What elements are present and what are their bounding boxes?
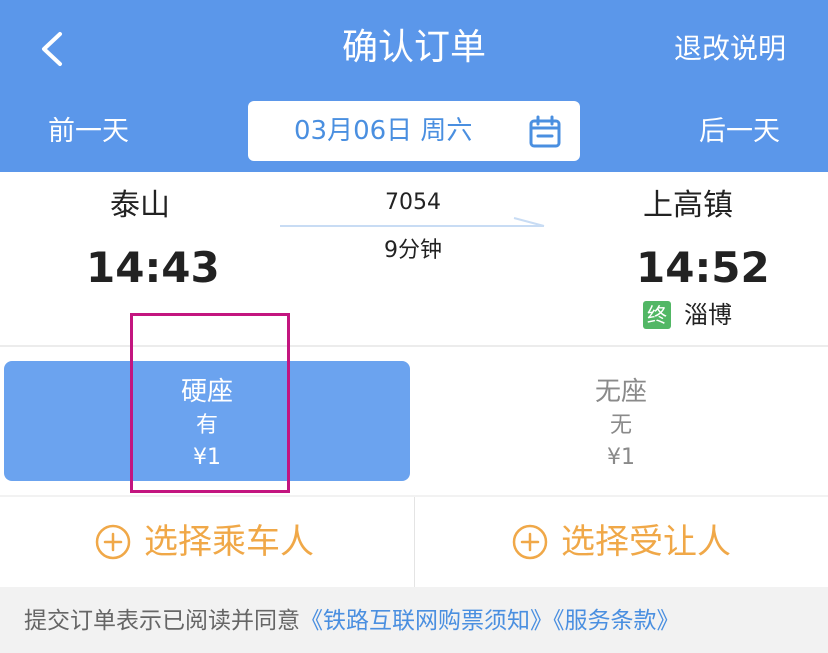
seat-price: ¥1 xyxy=(193,445,221,470)
agreement-notice: 提交订单表示已阅读并同意 xyxy=(24,608,300,634)
agreement-footer: 提交订单表示已阅读并同意《铁路互联网购票须知》《服务条款》 xyxy=(0,590,828,653)
seat-availability: 无 xyxy=(609,413,632,438)
agreement-text: 提交订单表示已阅读并同意《铁路互联网购票须知》《服务条款》 xyxy=(24,604,680,638)
seat-option-standing[interactable]: 无座 无 ¥1 xyxy=(418,361,824,481)
seat-name: 硬座 xyxy=(180,377,233,407)
calendar-icon xyxy=(529,115,561,148)
date-label: 03月06日 周六 xyxy=(294,116,473,146)
terminal-badge: 终 xyxy=(643,301,671,329)
chevron-left-icon xyxy=(42,32,62,66)
seat-availability: 有 xyxy=(195,413,218,438)
header-bar: 确认订单 退改说明 前一天 03月06日 周六 后一天 xyxy=(0,0,828,172)
back-button[interactable] xyxy=(30,22,78,74)
next-day-button[interactable]: 后一天 xyxy=(699,110,780,154)
select-beneficiary-label: 选择受让人 xyxy=(561,522,731,562)
passenger-selection-row: 选择乘车人 选择受让人 xyxy=(0,497,828,587)
ticket-rules-link[interactable]: 《铁路互联网购票须知》 xyxy=(300,608,553,634)
date-picker[interactable]: 03月06日 周六 xyxy=(248,101,580,161)
seat-option-hard-seat[interactable]: 硬座 有 ¥1 xyxy=(4,361,410,481)
departure-time: 14:43 xyxy=(86,243,220,292)
terms-of-service-link[interactable]: 《服务条款》 xyxy=(553,608,680,634)
select-passenger-label: 选择乘车人 xyxy=(144,522,314,562)
plus-circle-icon xyxy=(95,524,131,560)
terminal-city: 淄博 xyxy=(684,301,732,329)
select-beneficiary-button[interactable]: 选择受让人 xyxy=(414,497,828,587)
seat-name: 无座 xyxy=(594,377,647,407)
departure-station: 泰山 xyxy=(110,188,170,223)
route-arrow-icon xyxy=(280,217,545,227)
arrival-time: 14:52 xyxy=(636,243,770,292)
select-passenger-button[interactable]: 选择乘车人 xyxy=(0,497,414,587)
seat-type-selector: 硬座 有 ¥1 无座 无 ¥1 xyxy=(0,347,828,495)
refund-policy-link[interactable]: 退改说明 xyxy=(674,26,786,72)
seat-price: ¥1 xyxy=(607,445,635,470)
train-info-panel: 泰山 14:43 7054 9分钟 上高镇 14:52 终 淄博 xyxy=(0,172,828,347)
arrival-station: 上高镇 xyxy=(643,188,733,223)
plus-circle-icon xyxy=(512,524,548,560)
prev-day-button[interactable]: 前一天 xyxy=(48,110,129,154)
travel-duration: 9分钟 xyxy=(384,238,442,263)
